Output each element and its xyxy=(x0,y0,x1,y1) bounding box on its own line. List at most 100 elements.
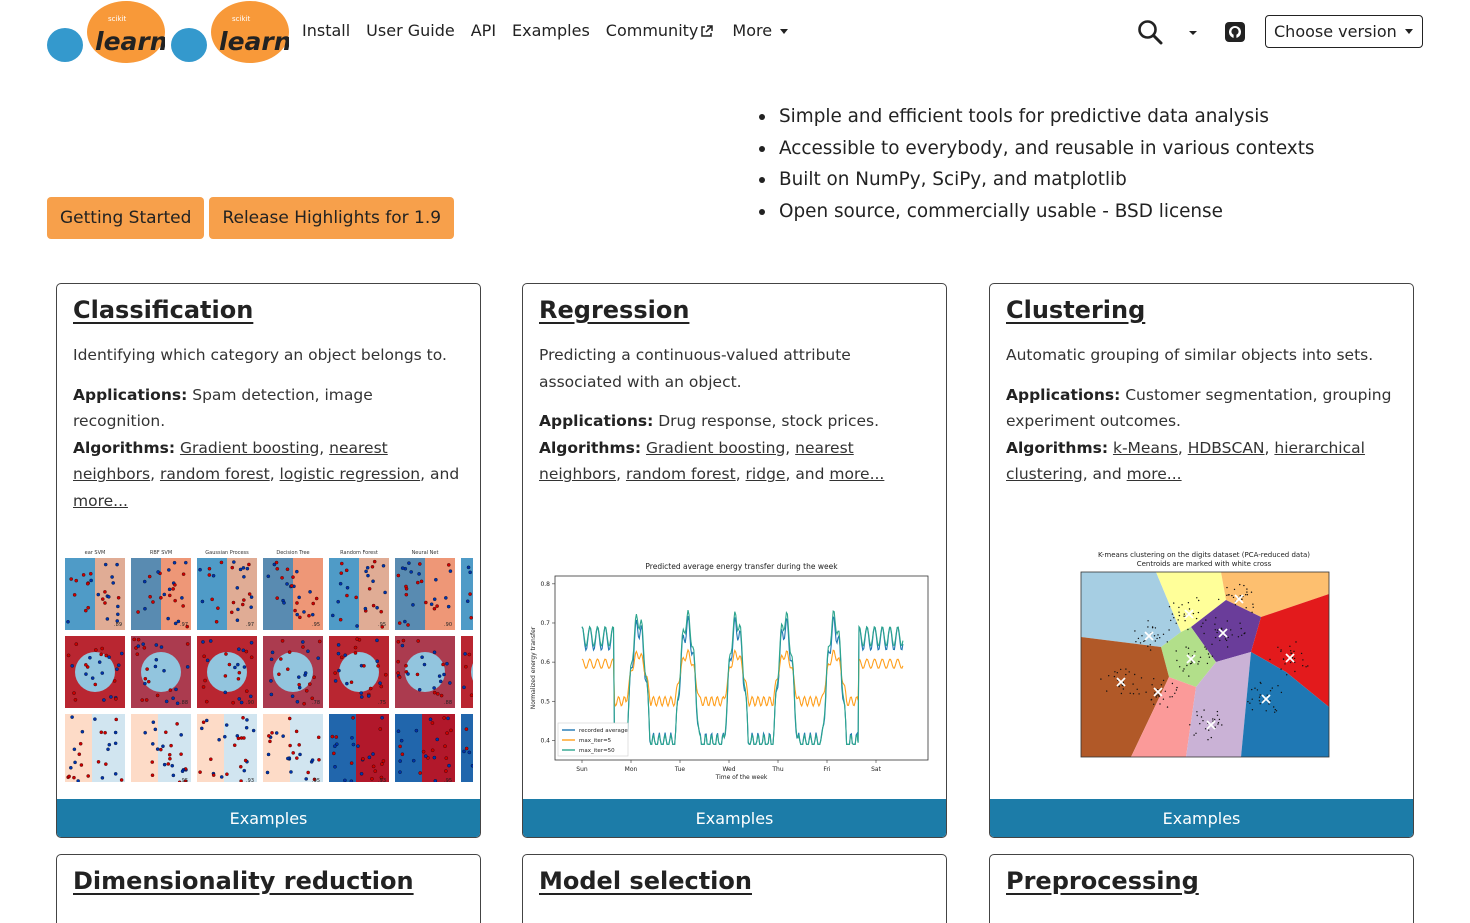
card-title[interactable]: Model selection xyxy=(539,867,752,895)
data-point xyxy=(1176,659,1178,662)
classifier-comparison-image[interactable]: ear SVM .89 RBF SVM .97 .88 .95 Gaussian Proce… xyxy=(65,546,473,782)
sample-point xyxy=(295,700,300,704)
algorithm-link[interactable]: ridge xyxy=(746,465,786,483)
github-icon[interactable] xyxy=(1225,22,1245,42)
sample-point xyxy=(112,679,117,683)
data-point xyxy=(1245,607,1247,609)
card-title[interactable]: Preprocessing xyxy=(1006,867,1199,895)
more-link[interactable]: more... xyxy=(73,492,128,510)
data-point xyxy=(1265,710,1267,712)
feature-item: Built on NumPy, SciPy, and matplotlib xyxy=(758,167,1314,199)
getting-started-button[interactable]: Getting Started xyxy=(47,197,205,239)
sample-point xyxy=(269,692,274,697)
version-dropdown[interactable]: Choose version xyxy=(1265,15,1423,48)
sample-point xyxy=(270,650,275,655)
algorithm-link[interactable]: k-Means xyxy=(1113,439,1178,457)
decision-panel xyxy=(65,636,125,708)
sample-point xyxy=(436,692,440,696)
sample-point xyxy=(70,715,74,719)
card-title[interactable]: Classification xyxy=(73,296,253,324)
sample-point xyxy=(287,650,292,654)
sample-point xyxy=(113,730,118,735)
data-point xyxy=(1217,723,1219,725)
card-algorithms: Algorithms: k-Means, HDBSCAN, hierarchic… xyxy=(1006,438,1365,484)
search-icon[interactable] xyxy=(1137,19,1163,45)
sample-point xyxy=(241,716,245,720)
sample-point xyxy=(116,604,120,609)
classifier-name: ear SVM xyxy=(85,550,106,556)
sample-point xyxy=(272,562,277,567)
data-point xyxy=(1245,594,1247,596)
sample-point xyxy=(355,637,359,641)
scikit-learn-logo[interactable]: scikit learn xyxy=(47,1,165,65)
card-title[interactable]: Dimensionality reduction xyxy=(73,867,414,895)
algorithms-label: Algorithms: xyxy=(539,438,642,457)
examples-button[interactable]: Examples xyxy=(990,799,1413,837)
legend-label: recorded average xyxy=(579,728,628,734)
card-title[interactable]: Regression xyxy=(539,296,689,324)
sample-point xyxy=(432,690,437,695)
examples-button[interactable]: Examples xyxy=(523,799,946,837)
sample-point xyxy=(81,573,86,577)
sample-point xyxy=(242,598,246,602)
sample-point xyxy=(239,779,243,782)
algorithm-link[interactable]: HDBSCAN xyxy=(1188,439,1265,457)
score-label: .95 xyxy=(312,622,320,628)
sample-point xyxy=(223,734,227,739)
sample-point xyxy=(154,643,159,647)
data-point xyxy=(1202,622,1204,624)
nav-community[interactable]: Community xyxy=(606,20,714,42)
sample-point xyxy=(406,672,410,676)
card-title[interactable]: Clustering xyxy=(1006,296,1145,324)
algorithm-link[interactable]: random forest xyxy=(160,465,270,483)
more-link[interactable]: more... xyxy=(829,465,884,483)
release-highlights-button[interactable]: Release Highlights for 1.9 xyxy=(209,197,455,239)
scikit-learn-logo-secondary[interactable]: scikit learn xyxy=(171,1,289,65)
data-point xyxy=(1106,690,1108,692)
nav-more-dropdown[interactable]: More xyxy=(732,20,789,42)
sample-point xyxy=(270,731,274,735)
more-link[interactable]: more... xyxy=(1127,465,1182,483)
theme-switcher-chevron-icon[interactable] xyxy=(1186,28,1200,38)
data-point xyxy=(1230,629,1232,631)
kmeans-digits-image[interactable]: K-means clustering on the digits dataset… xyxy=(1068,548,1338,760)
sample-point xyxy=(442,716,446,720)
algorithm-link[interactable]: Gradient boosting xyxy=(646,439,785,457)
y-tick-label: 0.8 xyxy=(540,581,550,588)
decision-panel: .93 xyxy=(197,714,257,782)
sample-point xyxy=(231,600,236,605)
nav-install[interactable]: Install xyxy=(302,20,350,42)
nav-examples[interactable]: Examples xyxy=(512,20,590,42)
sample-point xyxy=(224,723,229,727)
sample-point xyxy=(331,613,335,618)
algorithm-link[interactable]: logistic regression xyxy=(280,465,421,483)
data-point xyxy=(1280,649,1282,651)
examples-button[interactable]: Examples xyxy=(57,799,480,837)
sample-point xyxy=(418,771,422,775)
algorithm-link[interactable]: Gradient boosting xyxy=(180,439,319,457)
y-axis-label: Normalized energy transfer xyxy=(530,626,537,709)
algorithms-label: Algorithms: xyxy=(1006,438,1109,457)
sample-point xyxy=(116,596,121,600)
sample-point xyxy=(308,590,312,594)
voronoi-regions xyxy=(1080,571,1330,758)
sample-point xyxy=(435,737,439,742)
sample-point xyxy=(466,565,471,570)
sample-point xyxy=(339,655,344,660)
nav-user-guide[interactable]: User Guide xyxy=(366,20,455,42)
data-point xyxy=(1234,604,1237,606)
data-point xyxy=(1173,602,1175,604)
sample-point xyxy=(429,602,434,607)
y-tick-label: 0.7 xyxy=(540,620,550,627)
sample-point xyxy=(249,694,253,699)
chevron-down-icon xyxy=(1404,29,1413,34)
sample-point xyxy=(298,752,302,757)
data-point xyxy=(1202,720,1204,722)
sample-point xyxy=(308,682,312,686)
data-point xyxy=(1244,632,1246,634)
algorithm-link[interactable]: random forest xyxy=(626,465,736,483)
sample-point xyxy=(301,640,305,644)
nav-api[interactable]: API xyxy=(471,20,496,42)
data-point xyxy=(1218,718,1221,721)
regression-chart[interactable]: Predicted average energy transfer during… xyxy=(527,556,943,782)
